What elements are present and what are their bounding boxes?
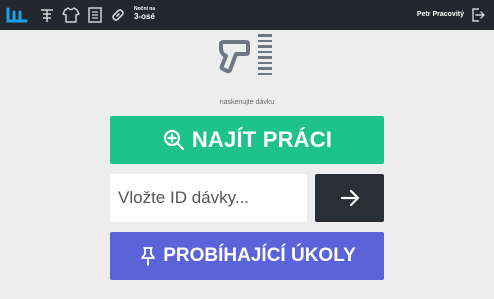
user-name: Petr Pracovitý xyxy=(416,11,464,18)
arrow-right-icon xyxy=(340,189,359,207)
scan-hint-text: naskenujte dávku xyxy=(219,99,275,106)
find-work-button[interactable]: NAJÍT PRÁCI xyxy=(110,116,384,164)
cut-plan-icon[interactable] xyxy=(38,6,56,24)
batch-id-input[interactable] xyxy=(110,174,307,222)
link-icon[interactable] xyxy=(109,6,127,24)
shift-indicator: Noční na 3-osé xyxy=(134,7,155,21)
logout-icon[interactable] xyxy=(470,7,486,23)
find-work-label: NAJÍT PRÁCI xyxy=(191,127,333,152)
ongoing-tasks-button[interactable]: PROBÍHAJÍCÍ ÚKOLY xyxy=(110,232,384,280)
ongoing-tasks-label: PROBÍHAJÍCÍ ÚKOLY xyxy=(163,245,356,266)
submit-batch-button[interactable] xyxy=(315,174,384,222)
shift-value: 3-osé xyxy=(134,12,155,21)
logo-icon[interactable] xyxy=(6,6,28,24)
top-navigation-bar: Noční na 3-osé Petr Pracovitý xyxy=(0,0,494,30)
search-plus-icon xyxy=(163,129,184,151)
pin-icon xyxy=(141,247,156,266)
barcode-scanner-icon xyxy=(216,34,278,80)
list-icon[interactable] xyxy=(86,6,104,24)
shirt-icon[interactable] xyxy=(62,6,80,24)
